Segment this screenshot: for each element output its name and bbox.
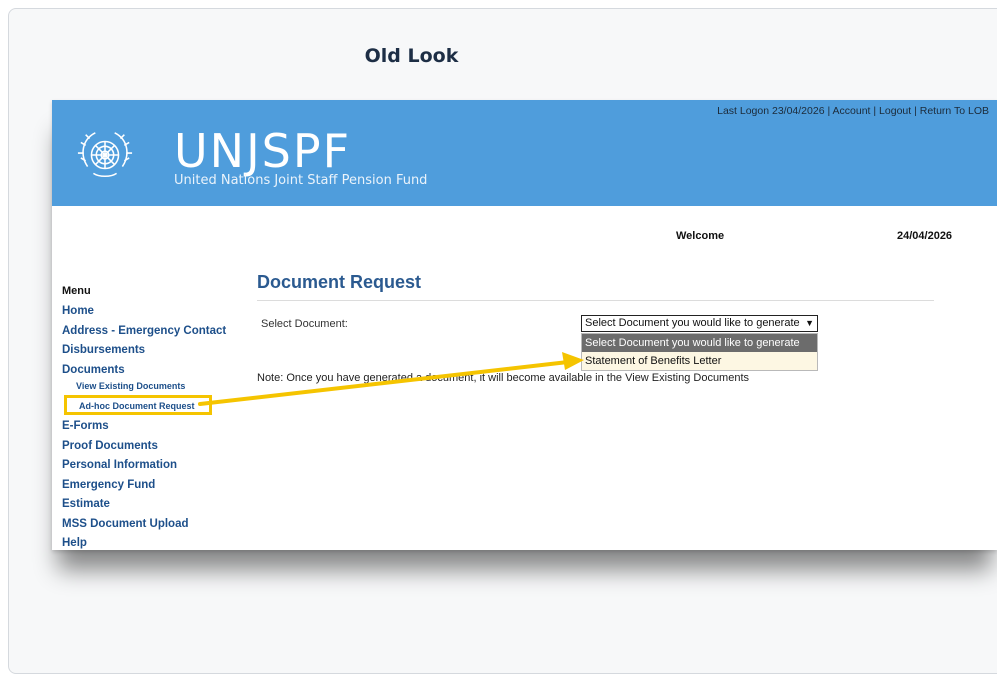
- document-select[interactable]: Select Document you would like to genera…: [581, 315, 818, 332]
- welcome-text: Welcome: [676, 230, 725, 242]
- last-logon-text: Last Logon 23/04/2026: [717, 105, 825, 117]
- title-divider: [257, 300, 934, 301]
- menu-item-mss-document-upload[interactable]: MSS Document Upload: [62, 515, 226, 535]
- select-document-label: Select Document:: [261, 318, 348, 330]
- dropdown-option-placeholder[interactable]: Select Document you would like to genera…: [582, 334, 817, 352]
- logo-text: UNJSPF: [174, 124, 352, 178]
- return-to-lob-link[interactable]: Return To LOB: [920, 105, 989, 117]
- un-emblem-icon: [77, 132, 133, 178]
- dropdown-option-statement-of-benefits[interactable]: Statement of Benefits Letter: [582, 352, 817, 370]
- note-text: Note: Once you have generated a document…: [257, 372, 750, 384]
- document-select-value: Select Document you would like to genera…: [585, 317, 800, 329]
- menu-item-help[interactable]: Help: [62, 534, 226, 554]
- menu-heading: Menu: [62, 285, 91, 297]
- document-dropdown-list: Select Document you would like to genera…: [581, 333, 818, 371]
- logout-link[interactable]: Logout: [879, 105, 911, 117]
- header-banner: UNJSPF United Nations Joint Staff Pensio…: [52, 100, 997, 206]
- page-title: Document Request: [257, 272, 422, 292]
- logo-subtitle: United Nations Joint Staff Pension Fund: [174, 173, 428, 188]
- side-menu: Menu Home Address - Emergency Contact Di…: [62, 285, 226, 554]
- menu-item-address-emergency-contact[interactable]: Address - Emergency Contact: [62, 322, 226, 342]
- menu-item-e-forms[interactable]: E-Forms: [62, 417, 226, 437]
- menu-item-personal-information[interactable]: Personal Information: [62, 456, 226, 476]
- menu-item-estimate[interactable]: Estimate: [62, 495, 226, 515]
- legacy-app-screenshot: UNJSPF United Nations Joint Staff Pensio…: [52, 100, 997, 550]
- menu-item-emergency-fund[interactable]: Emergency Fund: [62, 476, 226, 496]
- menu-item-view-existing-documents[interactable]: View Existing Documents: [62, 380, 226, 393]
- menu-item-documents[interactable]: Documents: [62, 361, 226, 381]
- menu-item-ad-hoc-document-request[interactable]: Ad-hoc Document Request: [64, 395, 212, 415]
- current-date: 24/04/2026: [897, 230, 953, 242]
- menu-item-home[interactable]: Home: [62, 302, 226, 322]
- top-links: Last Logon 23/04/2026 | Account | Logout…: [717, 105, 989, 117]
- account-link[interactable]: Account: [833, 105, 871, 117]
- card-title: Old Look: [364, 45, 459, 67]
- menu-item-proof-documents[interactable]: Proof Documents: [62, 437, 226, 457]
- chevron-down-icon: ▼: [805, 318, 814, 328]
- menu-item-disbursements[interactable]: Disbursements: [62, 341, 226, 361]
